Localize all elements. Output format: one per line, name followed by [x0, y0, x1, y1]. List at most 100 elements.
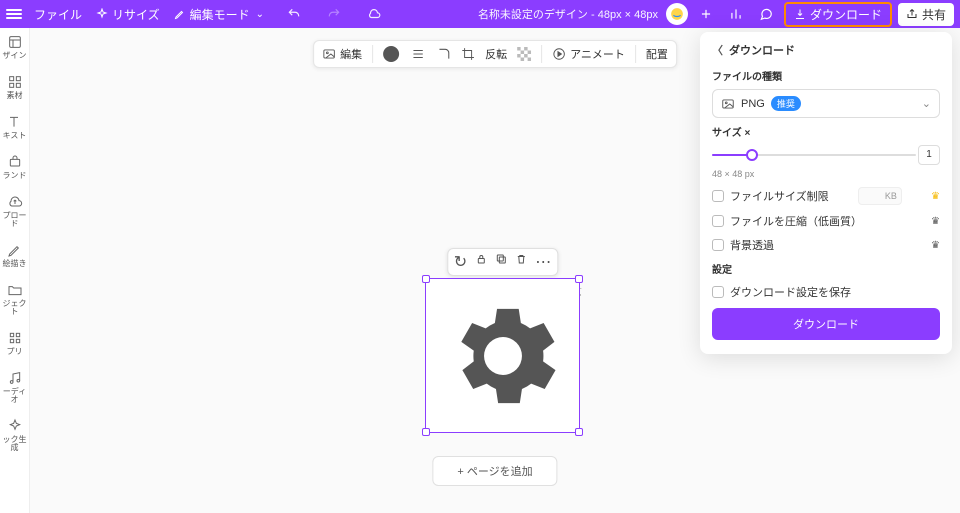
menu-icon[interactable] — [6, 9, 22, 19]
resize-handle[interactable] — [422, 275, 430, 283]
color-dot-icon — [383, 46, 399, 62]
rail-generate[interactable]: ック生成 — [0, 418, 29, 452]
sparkle-icon — [96, 8, 108, 20]
delete-icon[interactable] — [515, 252, 527, 272]
add-button[interactable] — [694, 2, 718, 26]
size-slider[interactable]: 1 — [712, 145, 940, 165]
more-icon[interactable]: ⋯ — [535, 252, 551, 272]
rail-apps[interactable]: プリ — [7, 330, 23, 356]
share-label: 共有 — [922, 6, 946, 23]
flip-button[interactable]: 反転 — [485, 46, 507, 62]
left-rail: ザイン 素材 キスト ランド プロード 絵描き ジェクト プリ ーディオ ック生… — [0, 28, 30, 513]
canvas-area[interactable]: 編集 反転 アニメート 配置 ↻ ⋯ ⿻ ⇱ — [30, 28, 960, 513]
context-toolbar: 編集 反転 アニメート 配置 — [313, 40, 677, 68]
position-label: 配置 — [646, 46, 668, 62]
crown-icon: ♛ — [931, 216, 940, 227]
checkbox[interactable] — [712, 190, 724, 202]
resize-handle[interactable] — [575, 275, 583, 283]
rail-text[interactable]: キスト — [3, 114, 27, 140]
transparency-button[interactable] — [517, 47, 531, 61]
analytics-icon[interactable] — [724, 2, 748, 26]
editmode-menu[interactable]: 編集モード — [174, 6, 264, 23]
share-icon — [906, 8, 918, 20]
add-page-button[interactable]: + ページを追加 — [432, 456, 557, 486]
selection-box[interactable] — [425, 278, 580, 433]
slider-thumb[interactable] — [746, 149, 758, 161]
cloud-sync-icon[interactable] — [362, 2, 386, 26]
add-page-label: + ページを追加 — [457, 463, 532, 479]
comment-icon[interactable] — [754, 2, 778, 26]
checkbox[interactable] — [712, 286, 724, 298]
download-action-label: ダウンロード — [793, 319, 859, 331]
compress-label: ファイルを圧縮（低画質） — [730, 213, 862, 229]
resize-menu[interactable]: リサイズ — [96, 6, 160, 23]
undo-button[interactable] — [282, 2, 306, 26]
image-icon — [721, 97, 735, 111]
rail-elements[interactable]: 素材 — [7, 74, 23, 100]
design-title[interactable]: 名称未設定のデザイン - 48px × 48px — [478, 6, 658, 22]
save-settings-row[interactable]: ダウンロード設定を保存 — [712, 284, 940, 300]
border-style[interactable] — [409, 47, 427, 61]
panel-title: ダウンロード — [729, 42, 795, 58]
rail-audio[interactable]: ーディオ — [0, 370, 29, 404]
animate-button[interactable]: アニメート — [552, 46, 625, 62]
redo-button[interactable] — [322, 2, 346, 26]
rail-projects[interactable]: ジェクト — [0, 282, 29, 316]
crown-icon: ♛ — [931, 240, 940, 251]
resize-handle[interactable] — [575, 428, 583, 436]
filesize-limit-row[interactable]: ファイルサイズ制限 KB ♛ — [712, 187, 940, 205]
edit-image-button[interactable]: 編集 — [322, 46, 362, 62]
edit-label: 編集 — [340, 46, 362, 62]
checkbox[interactable] — [712, 239, 724, 251]
resize-label: リサイズ — [112, 6, 160, 23]
crown-icon: ♛ — [931, 191, 940, 202]
topbar: ファイル リサイズ 編集モード 名称未設定のデザイン - 48px × 48px… — [0, 0, 960, 28]
transparency-icon — [517, 47, 531, 61]
corner-radius[interactable] — [437, 47, 451, 61]
size-value[interactable]: 1 — [918, 145, 940, 165]
download-button[interactable]: ダウンロード — [784, 2, 892, 27]
file-menu[interactable]: ファイル — [34, 6, 82, 23]
rail-draw[interactable]: 絵描き — [3, 242, 27, 268]
resize-handle[interactable] — [422, 428, 430, 436]
gear-icon — [438, 291, 568, 421]
selected-element[interactable]: ↻ ⋯ ⿻ ⇱ — [425, 278, 580, 433]
crop-button[interactable] — [461, 47, 475, 61]
dimensions-text: 48 × 48 px — [712, 169, 940, 179]
avatar[interactable] — [666, 3, 688, 25]
flip-label: 反転 — [485, 46, 507, 62]
filetype-select[interactable]: PNG 推奨 ⌄ — [712, 89, 940, 118]
duplicate-icon[interactable] — [495, 252, 507, 272]
kb-input[interactable]: KB — [858, 187, 902, 205]
transparent-label: 背景透過 — [730, 237, 774, 253]
download-panel: 〈 ダウンロード ファイルの種類 PNG 推奨 ⌄ サイズ × 1 48 × 4… — [700, 32, 952, 354]
rail-brand[interactable]: ランド — [3, 154, 27, 180]
rail-upload[interactable]: プロード — [0, 194, 29, 228]
chevron-down-icon: ⌄ — [922, 97, 931, 110]
fill-color[interactable] — [383, 46, 399, 62]
share-button[interactable]: 共有 — [898, 3, 954, 26]
checkbox[interactable] — [712, 215, 724, 227]
download-label: ダウンロード — [810, 6, 882, 23]
recommended-badge: 推奨 — [771, 96, 801, 111]
download-action-button[interactable]: ダウンロード — [712, 308, 940, 340]
animate-icon — [552, 47, 566, 61]
size-label: サイズ × — [712, 124, 940, 139]
element-minibar: ↻ ⋯ — [447, 248, 558, 276]
position-button[interactable]: 配置 — [646, 46, 668, 62]
file-label: ファイル — [34, 6, 82, 23]
rail-design[interactable]: ザイン — [3, 34, 27, 60]
image-icon — [322, 47, 336, 61]
transparent-row[interactable]: 背景透過 ♛ — [712, 237, 940, 253]
editmode-label: 編集モード — [190, 6, 250, 23]
download-icon — [794, 8, 806, 20]
filetype-label: ファイルの種類 — [712, 68, 940, 83]
animate-label: アニメート — [570, 46, 625, 62]
save-settings-label: ダウンロード設定を保存 — [730, 284, 851, 300]
sync-icon[interactable]: ↻ — [454, 252, 467, 272]
back-icon[interactable]: 〈 — [712, 42, 723, 58]
pencil-icon — [174, 8, 186, 20]
compress-row[interactable]: ファイルを圧縮（低画質） ♛ — [712, 213, 940, 229]
lock-icon[interactable] — [475, 252, 487, 272]
settings-label: 設定 — [712, 261, 940, 276]
